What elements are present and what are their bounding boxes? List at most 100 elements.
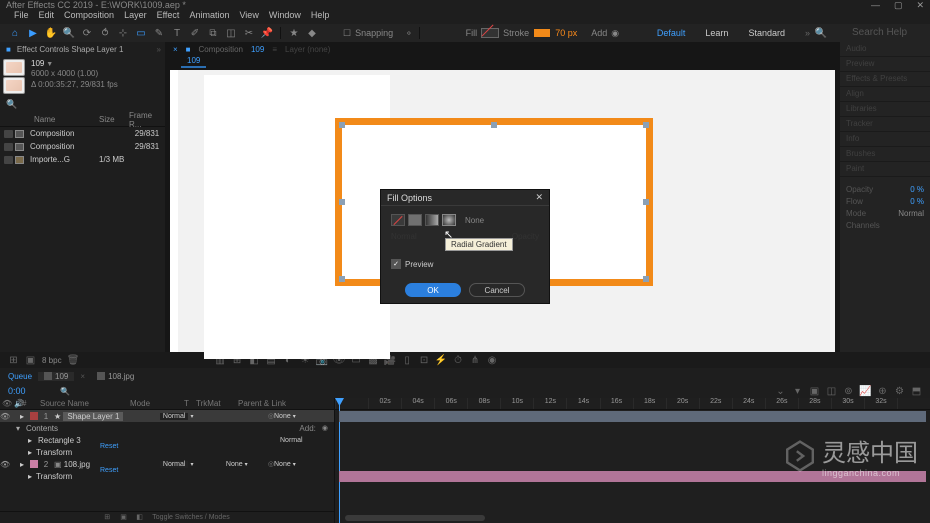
workspace-more-icon[interactable]: » bbox=[805, 28, 810, 38]
project-item[interactable]: Composition 29/831 bbox=[0, 140, 165, 153]
tl-shy-icon[interactable]: ⌄ bbox=[775, 386, 786, 397]
fill-type-radial[interactable] bbox=[442, 214, 456, 226]
layer-contents[interactable]: ▾ Contents Add: ◉ bbox=[0, 422, 334, 434]
home-icon[interactable]: ⌂ bbox=[8, 26, 22, 40]
menu-edit[interactable]: Edit bbox=[39, 10, 55, 24]
panel-tracker[interactable]: Tracker bbox=[840, 117, 930, 132]
dialog-close-button[interactable]: ✕ bbox=[535, 192, 543, 203]
workspace-standard[interactable]: Standard bbox=[748, 28, 785, 38]
stroke-label[interactable]: Stroke bbox=[503, 28, 529, 38]
view-layout-icon[interactable]: ▯ bbox=[402, 355, 413, 366]
fast-preview-icon[interactable]: ⚡ bbox=[436, 355, 447, 366]
col-trkmat[interactable]: TrkMat bbox=[196, 399, 238, 408]
panel-menu-icon[interactable]: » bbox=[157, 45, 165, 54]
col-frame[interactable]: Frame R... bbox=[129, 111, 165, 129]
exposure-icon[interactable]: ◉ bbox=[487, 355, 498, 366]
fill-type-linear[interactable] bbox=[425, 214, 439, 226]
snapping-toggle[interactable]: Snapping bbox=[355, 28, 393, 38]
anchor-tool-icon[interactable]: ⊹ bbox=[116, 26, 130, 40]
roto-tool-icon[interactable]: ✂ bbox=[242, 26, 256, 40]
timeline-tab[interactable]: 108.jpg bbox=[91, 372, 140, 381]
clone-tool-icon[interactable]: ⧉ bbox=[206, 26, 220, 40]
add-dropdown-icon[interactable]: ◉ bbox=[611, 28, 619, 39]
menu-animation[interactable]: Animation bbox=[189, 10, 229, 24]
visibility-icon[interactable]: 👁 bbox=[0, 412, 10, 421]
rectangle-tool-icon[interactable]: ▭ bbox=[134, 26, 148, 40]
visibility-icon[interactable]: 👁 bbox=[0, 460, 10, 469]
tl-brainstorm-icon[interactable]: ⚙ bbox=[894, 386, 905, 397]
zoom-tool-icon[interactable]: 🔍 bbox=[62, 26, 76, 40]
project-item[interactable]: Composition 29/831 bbox=[0, 127, 165, 140]
puppet-tool-icon[interactable]: 📌 bbox=[260, 26, 274, 40]
timeline-search-icon[interactable]: 🔍 bbox=[60, 387, 775, 396]
col-name[interactable]: Name bbox=[30, 115, 99, 124]
menu-layer[interactable]: Layer bbox=[124, 10, 147, 24]
pen-tool-icon[interactable]: ✎ bbox=[152, 26, 166, 40]
col-parent[interactable]: Parent & Link bbox=[238, 399, 298, 408]
menu-view[interactable]: View bbox=[239, 10, 258, 24]
hand-tool-icon[interactable]: ✋ bbox=[44, 26, 58, 40]
rotate-tool-icon[interactable]: ⥀ bbox=[98, 26, 112, 40]
tl-foot-icon[interactable]: ◧ bbox=[136, 513, 146, 523]
resize-handle[interactable] bbox=[339, 276, 345, 282]
comp-tab-menu-icon[interactable]: ≡ bbox=[272, 45, 277, 54]
panel-align[interactable]: Align bbox=[840, 87, 930, 102]
stroke-swatch[interactable] bbox=[533, 28, 551, 38]
layer-transform[interactable]: ▸ Transform bbox=[0, 470, 334, 482]
project-comp-name[interactable]: 109 bbox=[31, 59, 118, 69]
current-time[interactable]: 0:00 bbox=[0, 386, 60, 396]
flowchart-icon[interactable]: ⋔ bbox=[470, 355, 481, 366]
tl-foot-icon[interactable]: ▣ bbox=[120, 513, 130, 523]
resize-handle[interactable] bbox=[643, 122, 649, 128]
comp-sub-tab[interactable]: 109 bbox=[181, 55, 206, 68]
fill-swatch[interactable] bbox=[481, 28, 499, 38]
preview-checkbox[interactable]: ✓ bbox=[391, 259, 401, 269]
layer-duration-bar[interactable] bbox=[339, 471, 926, 482]
layer-shape-group[interactable]: ▸ Rectangle 3 Normal bbox=[0, 434, 334, 446]
menu-composition[interactable]: Composition bbox=[64, 10, 114, 24]
tl-dropdown-icon[interactable]: ▾ bbox=[792, 386, 803, 397]
project-search-icon[interactable]: 🔍 bbox=[6, 99, 17, 110]
search-help-input[interactable]: Search Help bbox=[852, 27, 922, 39]
workspace-learn[interactable]: Learn bbox=[705, 28, 728, 38]
tl-expression-icon[interactable]: ⊕ bbox=[877, 386, 888, 397]
project-item[interactable]: Importe...G 1/3 MB bbox=[0, 153, 165, 166]
time-ruler[interactable]: 02s 04s 06s 08s 10s 12s 14s 16s 18s 20s … bbox=[335, 398, 930, 410]
minimize-button[interactable]: — bbox=[871, 0, 880, 11]
comp-tab-active[interactable]: 109 bbox=[251, 45, 264, 54]
stroke-width[interactable]: 70 px bbox=[555, 28, 577, 38]
orbit-tool-icon[interactable]: ⟳ bbox=[80, 26, 94, 40]
new-folder-icon[interactable]: ▣ bbox=[25, 355, 36, 366]
star-icon[interactable]: ★ bbox=[287, 26, 301, 40]
prop-flow-value[interactable]: 0 % bbox=[910, 197, 924, 206]
menu-window[interactable]: Window bbox=[269, 10, 301, 24]
menu-effect[interactable]: Effect bbox=[157, 10, 180, 24]
brush-tool-icon[interactable]: ✐ bbox=[188, 26, 202, 40]
col-mode[interactable]: Mode bbox=[130, 399, 184, 408]
render-queue-tab[interactable]: Queue bbox=[8, 372, 32, 381]
timeline-zoom-scrollbar[interactable] bbox=[345, 515, 485, 521]
resize-handle[interactable] bbox=[339, 199, 345, 205]
layer-row[interactable]: 👁 ▸ 2 ▣ 108.jpg Normal▾ None ▾ ◎ None ▾ bbox=[0, 458, 334, 470]
blend-mode-dropdown[interactable]: Normal bbox=[391, 232, 417, 241]
panel-libraries[interactable]: Libraries bbox=[840, 102, 930, 117]
prop-opacity-value[interactable]: 0 % bbox=[910, 185, 924, 194]
effect-controls-tab[interactable]: Effect Controls Shape Layer 1 bbox=[11, 45, 130, 54]
tl-motion-blur-icon[interactable]: ⊚ bbox=[843, 386, 854, 397]
close-button[interactable]: ✕ bbox=[916, 0, 924, 11]
tl-draft3d-icon[interactable]: ▣ bbox=[809, 386, 820, 397]
tl-graph-icon[interactable]: 📈 bbox=[860, 386, 871, 397]
menu-help[interactable]: Help bbox=[311, 10, 330, 24]
eraser-tool-icon[interactable]: ◫ bbox=[224, 26, 238, 40]
footer-bpc[interactable]: 8 bpc bbox=[42, 356, 62, 365]
label-color-icon[interactable] bbox=[30, 460, 38, 468]
panel-brushes[interactable]: Brushes bbox=[840, 147, 930, 162]
layer-duration-bar[interactable] bbox=[339, 411, 926, 422]
layer-row[interactable]: 👁 ▸ 1 ★ Shape Layer 1 Normal▾ ◎ None ▾ bbox=[0, 410, 334, 422]
layer-transform[interactable]: ▸ Transform bbox=[0, 446, 334, 458]
pixel-aspect-icon[interactable]: ⊡ bbox=[419, 355, 430, 366]
ok-button[interactable]: OK bbox=[405, 283, 461, 297]
add-shape-button[interactable]: Add: bbox=[299, 424, 321, 433]
col-size[interactable]: Size bbox=[99, 115, 129, 124]
tl-collapse-icon[interactable]: ⬒ bbox=[911, 386, 922, 397]
